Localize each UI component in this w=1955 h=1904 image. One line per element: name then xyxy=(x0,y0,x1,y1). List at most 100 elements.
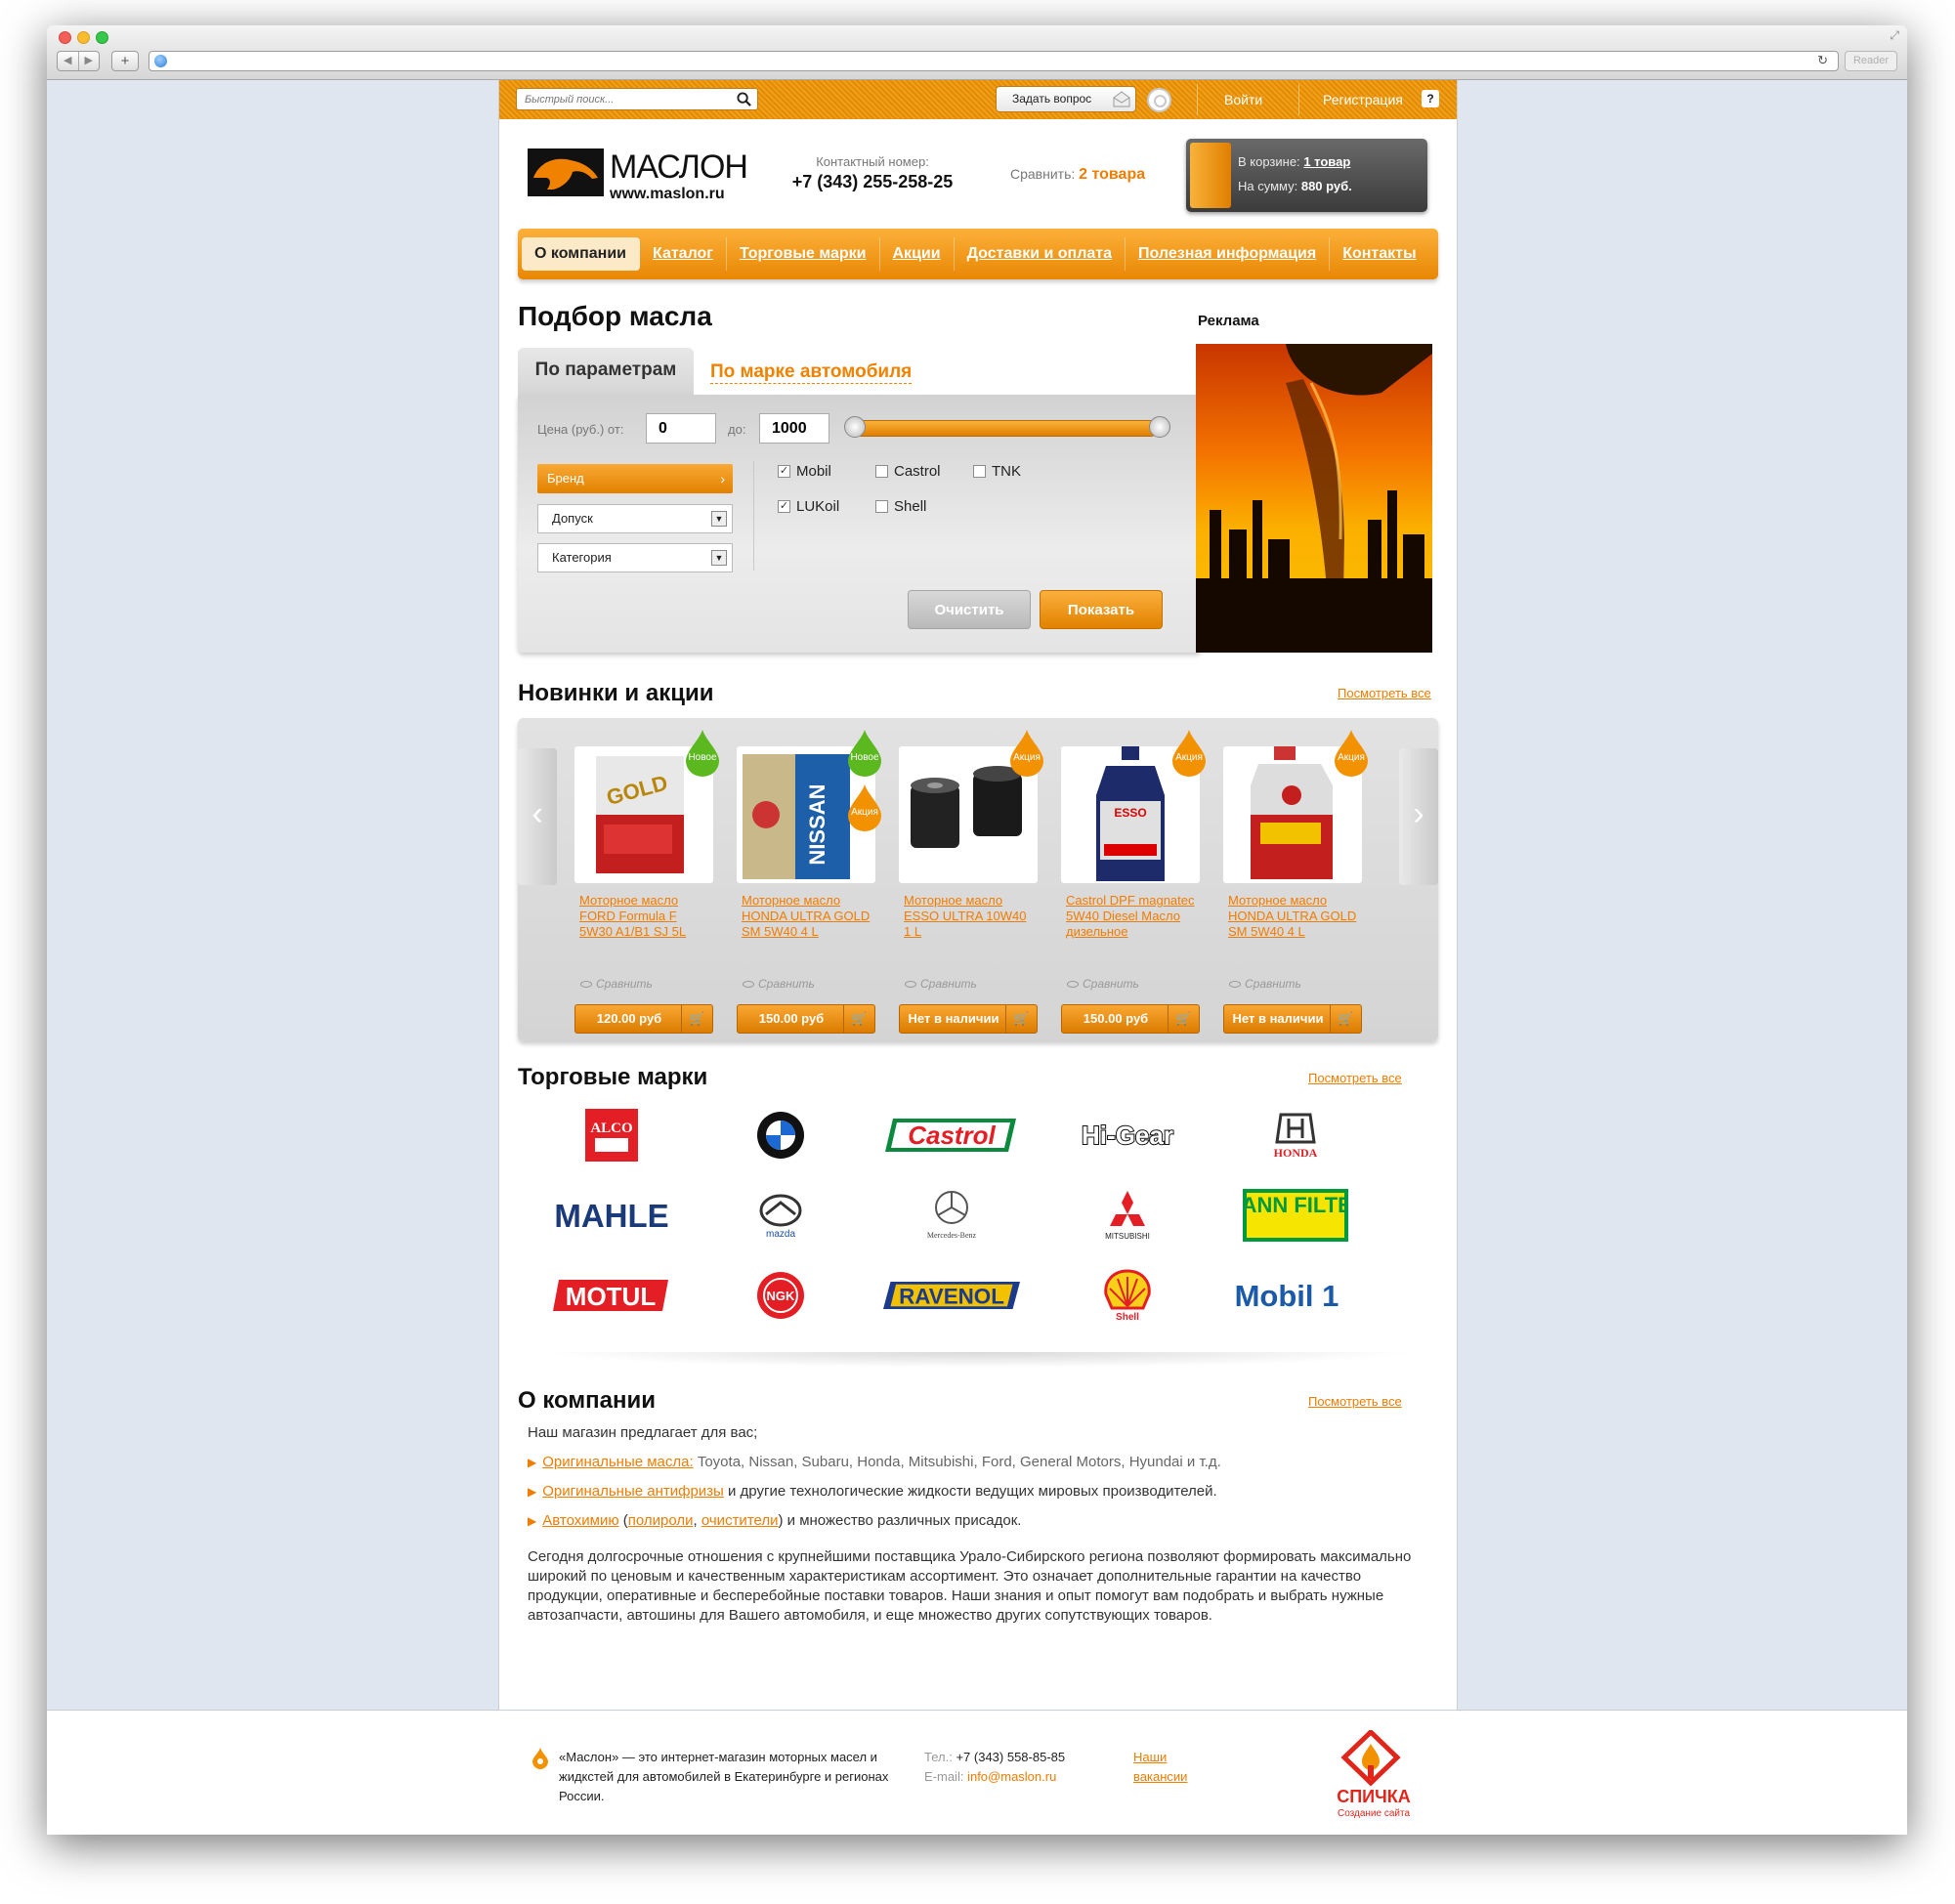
antifreeze-link[interactable]: Оригинальные антифризы xyxy=(542,1483,724,1500)
brand-dropdown[interactable]: Бренд › xyxy=(537,464,733,493)
ad-banner[interactable] xyxy=(1196,344,1432,653)
product-compare[interactable]: Сравнить xyxy=(1067,977,1139,991)
compare-link[interactable]: 2 товара xyxy=(1079,166,1145,183)
brand-logo-honda[interactable]: HONDA xyxy=(1227,1106,1364,1164)
show-button[interactable]: Показать xyxy=(1040,590,1163,629)
carousel-prev-button[interactable]: ‹ xyxy=(518,748,557,885)
brand-logo-ravenol[interactable]: RAVENOL xyxy=(883,1266,1020,1325)
brand-logo-castrol[interactable]: Castrol xyxy=(883,1106,1020,1164)
tab-by-car[interactable]: По марке автомобиля xyxy=(710,361,913,384)
slider-max-handle[interactable] xyxy=(1149,416,1170,438)
about-view-all-link[interactable]: Посмотреть все xyxy=(1308,1394,1402,1409)
product-name-link[interactable]: Моторное масло ESSO ULTRA 10W40 1 L xyxy=(904,893,1037,940)
checkbox-box[interactable] xyxy=(875,465,888,478)
checkbox-box[interactable] xyxy=(875,500,888,513)
add-to-cart-button[interactable]: Нет в наличии 🛒 xyxy=(899,1004,1038,1034)
tab-by-params[interactable]: По параметрам xyxy=(518,348,694,395)
help-icon[interactable]: ? xyxy=(1422,90,1439,107)
checkbox-tnk[interactable]: TNK xyxy=(973,463,1021,480)
vacancies-link[interactable]: Наши вакансии xyxy=(1133,1748,1202,1787)
brand-logo-mazda[interactable]: mazda xyxy=(712,1186,849,1245)
nav-item-useful-info[interactable]: Полезная информация xyxy=(1126,237,1331,271)
eye-icon xyxy=(743,981,754,989)
price-slider[interactable] xyxy=(854,420,1159,437)
checkbox-box[interactable]: ✓ xyxy=(778,465,790,478)
nav-item-catalog[interactable]: Каталог xyxy=(640,237,727,271)
brand-logo-motul[interactable]: MOTUL xyxy=(543,1266,680,1325)
nav-item-contacts[interactable]: Контакты xyxy=(1330,237,1428,271)
brand-logo-mitsubishi[interactable]: MITSUBISHI xyxy=(1059,1186,1196,1245)
carousel-next-button[interactable]: › xyxy=(1399,748,1438,885)
add-to-cart-button[interactable]: 150.00 руб 🛒 xyxy=(737,1004,875,1034)
site-logo[interactable]: МАСЛОН www.maslon.ru xyxy=(528,148,748,203)
brand-logo-mercedes[interactable]: Mercedes-Benz xyxy=(883,1186,1020,1245)
brand-logo-mobil1[interactable]: Mobil 1 xyxy=(1227,1266,1364,1325)
nav-item-about[interactable]: О компании xyxy=(522,237,640,271)
brand-logo-mahle[interactable]: MAHLE xyxy=(543,1186,680,1245)
checkbox-box[interactable]: ✓ xyxy=(778,500,790,513)
nav-item-delivery[interactable]: Доставки и оплата xyxy=(955,237,1126,271)
brand-logo-mannfilter[interactable]: MANN FILTER xyxy=(1227,1186,1364,1245)
category-select[interactable]: Категория ▼ xyxy=(537,543,733,572)
close-window-button[interactable] xyxy=(59,31,71,44)
oil-pour-image xyxy=(1196,344,1432,653)
brand-logo-bmw[interactable] xyxy=(712,1106,849,1164)
cart-count-link[interactable]: 1 товар xyxy=(1303,154,1350,169)
search-input[interactable] xyxy=(517,89,712,109)
brands-view-all-link[interactable]: Посмотреть все xyxy=(1308,1071,1402,1085)
brand-logo-ngk[interactable]: NGK xyxy=(712,1266,849,1325)
nav-item-brands[interactable]: Торговые марки xyxy=(727,237,880,271)
product-compare[interactable]: Сравнить xyxy=(905,977,977,991)
forward-button[interactable]: ▶ xyxy=(79,52,100,70)
original-oils-link[interactable]: Оригинальные масла: xyxy=(542,1454,693,1470)
brand-logo-higear[interactable]: Hi-Gear xyxy=(1059,1106,1196,1164)
reload-icon[interactable]: ↻ xyxy=(1817,53,1828,68)
ask-question-button[interactable]: Задать вопрос xyxy=(996,86,1136,112)
checkbox-mobil[interactable]: ✓ Mobil xyxy=(778,463,831,480)
badge-label: Акция xyxy=(1338,752,1365,763)
product-name-link[interactable]: Моторное масло FORD Formula F 5W30 A1/B1… xyxy=(579,893,712,940)
product-compare[interactable]: Сравнить xyxy=(580,977,653,991)
clear-button[interactable]: Очистить xyxy=(908,590,1031,629)
checkbox-lukoil[interactable]: ✓ LUKoil xyxy=(778,498,839,515)
back-button[interactable]: ◀ xyxy=(58,52,79,70)
add-bookmark-button[interactable]: + xyxy=(111,51,139,71)
register-link[interactable]: Регистрация xyxy=(1323,92,1403,107)
brand-text: NGK xyxy=(767,1289,796,1303)
minimize-window-button[interactable] xyxy=(77,31,90,44)
login-link[interactable]: Войти xyxy=(1224,92,1262,107)
product-price: 120.00 руб xyxy=(596,1011,662,1026)
add-to-cart-button[interactable]: Нет в наличии 🛒 xyxy=(1223,1004,1362,1034)
compass-icon[interactable] xyxy=(1147,88,1171,112)
search-icon[interactable] xyxy=(737,92,751,106)
address-bar[interactable]: ↻ xyxy=(149,51,1839,71)
slider-min-handle[interactable] xyxy=(844,416,866,438)
reader-button[interactable]: Reader xyxy=(1845,51,1897,71)
product-compare[interactable]: Сравнить xyxy=(743,977,815,991)
add-to-cart-button[interactable]: 120.00 руб 🛒 xyxy=(574,1004,713,1034)
product-name-link[interactable]: Castrol DPF magnatec 5W40 Diesel Масло д… xyxy=(1066,893,1199,940)
dopusk-select[interactable]: Допуск ▼ xyxy=(537,504,733,533)
fullscreen-icon[interactable]: ⤢ xyxy=(1890,28,1899,43)
zoom-window-button[interactable] xyxy=(96,31,108,44)
price-to-input[interactable]: 1000 xyxy=(759,413,829,444)
checkbox-castrol[interactable]: Castrol xyxy=(875,463,941,480)
product-name-link[interactable]: Моторное масло HONDA ULTRA GOLD SM 5W40 … xyxy=(1228,893,1361,940)
checkbox-box[interactable] xyxy=(973,465,986,478)
product-compare[interactable]: Сравнить xyxy=(1229,977,1301,991)
news-view-all-link[interactable]: Посмотреть все xyxy=(1338,686,1431,700)
brand-logo-alco[interactable]: ALCO xyxy=(543,1106,680,1164)
cleaners-link[interactable]: очистители xyxy=(701,1512,779,1529)
brand-logo-shell[interactable]: Shell xyxy=(1059,1266,1196,1325)
add-to-cart-button[interactable]: 150.00 руб 🛒 xyxy=(1061,1004,1200,1034)
eye-icon xyxy=(1067,981,1079,989)
product-name-link[interactable]: Моторное масло HONDA ULTRA GOLD SM 5W40 … xyxy=(742,893,874,940)
price-from-input[interactable]: 0 xyxy=(646,413,716,444)
autochem-link[interactable]: Автохимию xyxy=(542,1512,618,1529)
checkbox-shell[interactable]: Shell xyxy=(875,498,926,515)
cart-widget[interactable]: В корзине: 1 товар На сумму: 880 руб. xyxy=(1186,139,1427,212)
polish-link[interactable]: полироли xyxy=(628,1512,694,1529)
nav-item-promotions[interactable]: Акции xyxy=(880,237,955,271)
filter-title: Подбор масла xyxy=(518,301,712,331)
footer-email-link[interactable]: info@maslon.ru xyxy=(967,1769,1056,1784)
